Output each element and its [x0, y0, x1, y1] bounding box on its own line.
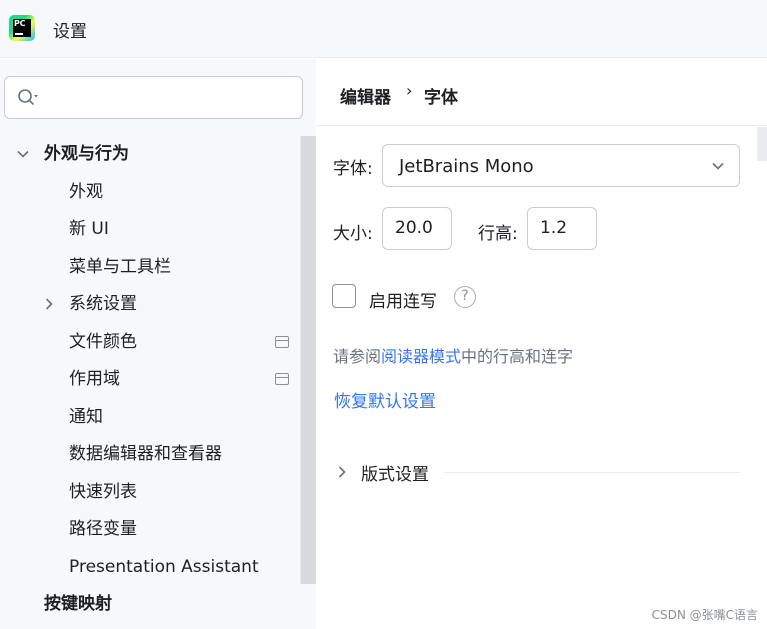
window-title: 设置	[53, 22, 87, 42]
tree-item-new-ui[interactable]: 新 UI	[69, 214, 109, 244]
ligatures-checkbox[interactable]	[332, 284, 356, 308]
breadcrumb-current: 字体	[424, 88, 458, 108]
tree-item-label: 通知	[69, 407, 103, 427]
tree-item-label: Presentation Assistant	[69, 557, 259, 577]
tree-item-data-editors[interactable]: 数据编辑器和查看器	[69, 439, 222, 469]
tree-item-presentation-assistant[interactable]: Presentation Assistant	[69, 552, 259, 582]
typography-section-title: 版式设置	[361, 465, 429, 485]
tree-item-path-variables[interactable]: 路径变量	[69, 514, 137, 544]
search-box[interactable]	[4, 76, 303, 119]
reader-mode-hint: 请参阅阅读器模式中的行高和连字	[333, 343, 573, 367]
size-input[interactable]	[395, 218, 445, 238]
line-height-input[interactable]	[540, 218, 590, 238]
tree-item-label: 数据编辑器和查看器	[69, 444, 222, 464]
tree-item-label: 新 UI	[69, 219, 109, 239]
size-label: 大小:	[333, 224, 373, 244]
watermark: CSDN @张嘴C语言	[651, 608, 758, 622]
tree-item-label: 按键映射	[44, 594, 112, 614]
tree-item-keymap[interactable]: 按键映射	[44, 589, 112, 619]
tree-item-label: 路径变量	[69, 519, 137, 539]
chevron-right-icon	[45, 298, 53, 310]
tree-item-system-settings[interactable]: 系统设置	[42, 289, 300, 319]
reader-mode-link[interactable]: 阅读器模式	[381, 347, 461, 366]
content-scrollbar[interactable]	[757, 127, 767, 161]
project-level-icon	[275, 336, 289, 348]
section-divider	[443, 472, 740, 473]
tree-item-label: 系统设置	[69, 294, 137, 314]
size-field[interactable]	[382, 207, 452, 250]
tree-item-quick-lists[interactable]: 快速列表	[69, 477, 137, 507]
breadcrumb: 编辑器 › 字体	[317, 59, 767, 126]
tree-item-label: 菜单与工具栏	[69, 257, 171, 277]
title-bar: PC 设置	[0, 0, 767, 58]
tree-item-menus-toolbars[interactable]: 菜单与工具栏	[69, 252, 171, 282]
font-label: 字体:	[333, 159, 373, 179]
project-level-icon	[275, 373, 289, 385]
line-height-field[interactable]	[527, 207, 597, 250]
search-icon	[18, 89, 38, 105]
chevron-right-icon	[338, 466, 346, 478]
breadcrumb-parent[interactable]: 编辑器	[340, 83, 391, 108]
chevron-down-icon	[17, 150, 29, 158]
hint-suffix: 中的行高和连字	[461, 347, 574, 366]
tree-item-label: 外观	[69, 182, 103, 202]
tree-item-notifications[interactable]: 通知	[69, 402, 103, 432]
tree-item-scopes[interactable]: 作用域	[69, 364, 290, 394]
font-select-value: JetBrains Mono	[399, 156, 534, 177]
tree-item-appearance[interactable]: 外观	[69, 177, 103, 207]
font-select[interactable]: JetBrains Mono	[382, 144, 740, 187]
pycharm-logo-icon: PC	[9, 15, 35, 41]
restore-defaults-link[interactable]: 恢复默认设置	[334, 387, 436, 412]
sidebar-scrollbar-thumb[interactable]	[300, 136, 316, 584]
hint-prefix: 请参阅	[333, 347, 382, 366]
search-input[interactable]	[51, 87, 291, 109]
tree-item-label: 快速列表	[69, 482, 137, 502]
app-logo-letters: PC	[14, 19, 26, 28]
breadcrumb-separator: ›	[406, 81, 413, 100]
chevron-down-icon	[712, 162, 724, 170]
tree-item-label: 作用域	[69, 369, 120, 389]
typography-section[interactable]: 版式设置	[335, 460, 740, 486]
line-height-label: 行高:	[478, 224, 518, 244]
tree-item-label: 外观与行为	[44, 144, 129, 164]
tree-item-appearance-behavior[interactable]: 外观与行为	[16, 139, 300, 169]
tree-item-file-colors[interactable]: 文件颜色	[69, 327, 290, 357]
ligatures-label[interactable]: 启用连写	[369, 287, 437, 312]
help-icon[interactable]: ?	[454, 286, 476, 308]
tree-item-label: 文件颜色	[69, 332, 137, 352]
